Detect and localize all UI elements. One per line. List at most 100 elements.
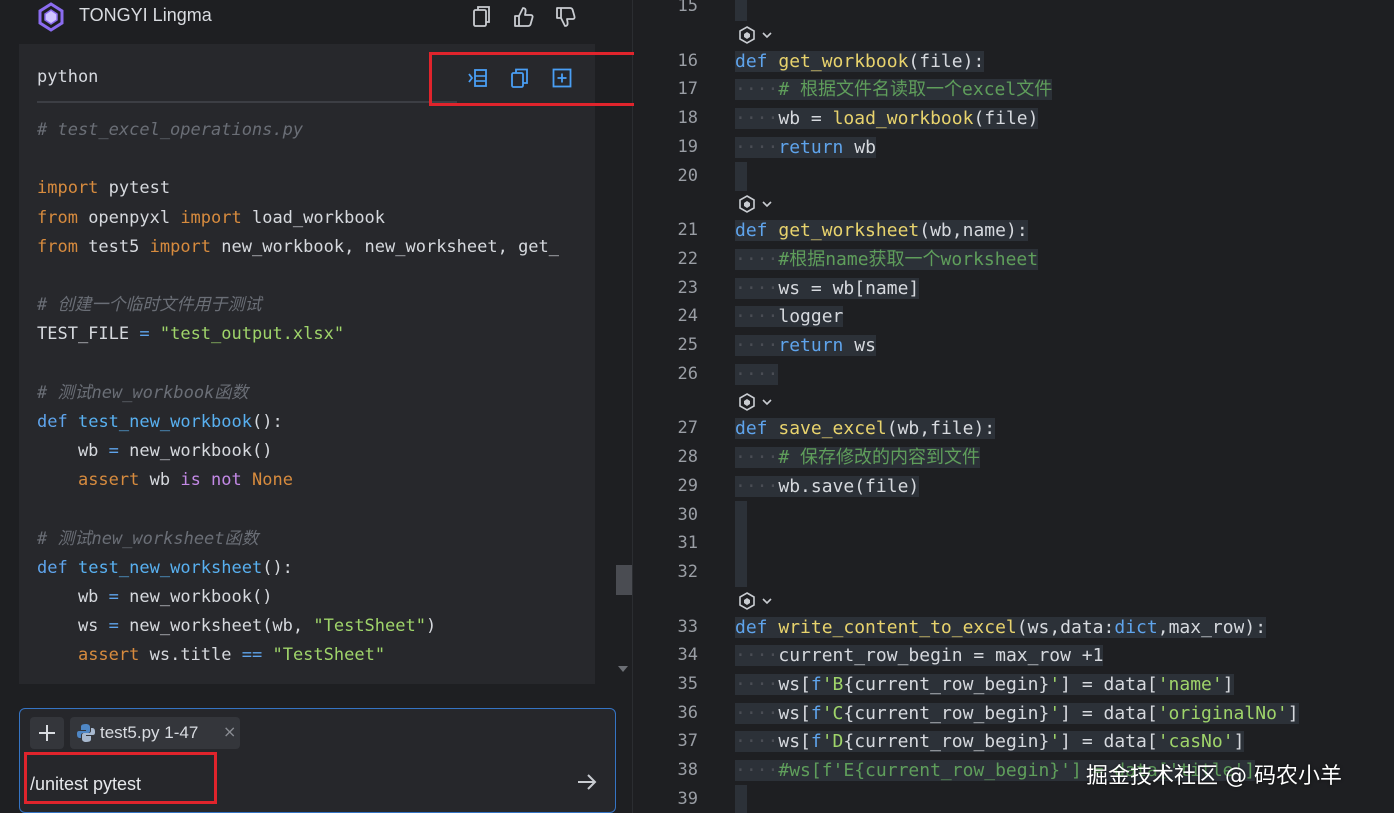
code-token: get_worksheet: [778, 220, 920, 242]
line-number: 36: [677, 702, 698, 723]
watermark: 掘金技术社区 @ 码农小羊: [1086, 764, 1342, 789]
send-arrow-icon[interactable]: [576, 771, 598, 793]
code-token: ,: [1157, 616, 1169, 638]
line-number: 31: [677, 533, 698, 554]
code-line: # 创建一个临时文件用于测试: [37, 291, 559, 320]
code-token: new_workbook(): [118, 441, 273, 462]
code-line: # 测试new_workbook函数: [37, 379, 559, 408]
code-token: def: [735, 418, 768, 440]
code-token: "TestSheet": [272, 645, 386, 666]
code-token: assert: [77, 645, 140, 666]
thumbs-up-icon[interactable]: [512, 5, 534, 29]
code-token: ws: [1027, 616, 1050, 638]
editor-code-line[interactable]: [735, 557, 747, 587]
code-token: ····: [735, 645, 779, 667]
editor-code-line[interactable]: def get_worksheet(wb,name):: [735, 216, 1028, 245]
code-token: file: [930, 418, 974, 440]
line-number: 24: [677, 306, 698, 327]
code-token: ):: [1244, 616, 1267, 638]
code-token: max_row: [1168, 616, 1245, 638]
code-language-label: python: [37, 67, 99, 87]
chat-scrollbar[interactable]: [614, 0, 632, 686]
code-line: def test_new_workbook():: [37, 408, 559, 437]
editor-code-line[interactable]: [735, 500, 747, 530]
add-context-button[interactable]: [30, 717, 64, 749]
editor-code-line[interactable]: ····wb = load_workbook(file): [735, 104, 1039, 133]
line-number: 35: [677, 674, 698, 694]
code-line: wb = new_workbook(): [37, 437, 559, 466]
line-number: 17: [677, 79, 698, 100]
editor-code-line[interactable]: ····#根据name获取一个worksheet: [735, 245, 1039, 274]
context-file-chip[interactable]: test5.py 1-47 ×: [70, 717, 240, 749]
code-token: import: [149, 236, 212, 257]
code-token: # 测试new_worksheet函数: [37, 528, 259, 549]
code-token: =: [139, 324, 150, 345]
code-token: +1: [1070, 645, 1104, 667]
code-token: =: [800, 108, 833, 130]
app-title: TONGYI Lingma: [79, 5, 212, 25]
code-token: wb: [897, 418, 920, 440]
code-token: ····: [735, 702, 779, 724]
highlight-annotation-box-input: [24, 752, 217, 804]
editor-code-line[interactable]: [735, 0, 747, 21]
scrollbar-thumb[interactable]: [616, 565, 632, 595]
code-token: =: [108, 441, 119, 462]
code-token: ():: [251, 411, 283, 432]
code-token: ):: [962, 50, 985, 72]
selection-highlight: [735, 0, 747, 21]
code-token: ····: [735, 136, 779, 158]
code-editor[interactable]: 15 16 17 18 19 20 21 22 23 24 25 26 27 28 29 30 31 32 33 34…: [634, 0, 1394, 813]
editor-code-line[interactable]: ····ws = wb[name]: [735, 274, 920, 303]
scroll-down-arrow-icon[interactable]: [618, 666, 628, 672]
code-line: assert ws.title == "TestSheet": [37, 641, 559, 670]
code-token: 'name': [1157, 674, 1223, 695]
editor-code-line[interactable]: ····ws[f'B{current_row_begin}'] = data['…: [735, 670, 1234, 699]
code-token: wb: [843, 136, 876, 158]
code-token: save_excel: [778, 418, 887, 440]
code-token: #根据name获取一个worksheet: [778, 248, 1039, 270]
code-lens-icon[interactable]: [737, 194, 777, 214]
code-lens-icon[interactable]: [737, 392, 777, 412]
editor-code-line[interactable]: def save_excel(wb,file):: [735, 414, 996, 443]
code-token: "TestSheet": [313, 616, 426, 637]
editor-code-line[interactable]: ····wb.save(file): [735, 472, 920, 501]
editor-code-line[interactable]: ····# 保存修改的内容到文件: [735, 443, 981, 472]
code-lens-icon[interactable]: [737, 25, 777, 45]
editor-code-line[interactable]: ····return ws: [735, 331, 876, 360]
editor-code-line[interactable]: ····: [735, 360, 779, 389]
editor-code-line[interactable]: ····logger: [735, 302, 844, 331]
code-token: from: [37, 236, 78, 257]
code-token: 'D: [821, 731, 844, 753]
code-token: ]: [1233, 731, 1245, 753]
close-icon[interactable]: ×: [223, 722, 236, 741]
code-token: 'casNo': [1157, 731, 1234, 753]
editor-code-line[interactable]: [735, 161, 747, 191]
editor-code-line[interactable]: ····# 根据文件名读取一个excel文件: [735, 75, 1053, 104]
code-line: ws = new_worksheet(wb, "TestSheet"): [37, 612, 559, 641]
thumbs-down-icon[interactable]: [554, 5, 576, 29]
code-token: =: [108, 616, 119, 637]
code-token: load_workbook: [241, 207, 386, 228]
code-token: # 保存修改的内容到文件: [778, 447, 981, 469]
editor-code-line[interactable]: [735, 529, 747, 559]
editor-code-line[interactable]: ····ws[f'C{current_row_begin}'] = data['…: [735, 699, 1299, 728]
editor-code-line[interactable]: def write_content_to_excel(ws,data:dict,…: [735, 613, 1267, 642]
code-token: ': [1049, 674, 1061, 695]
editor-code-line[interactable]: [735, 784, 747, 813]
editor-code-line[interactable]: def get_workbook(file):: [735, 47, 985, 76]
code-token: 'C: [821, 702, 844, 724]
code-token: ····: [735, 731, 779, 753]
code-token: # test_excel_operations.py: [37, 120, 304, 140]
code-token: TEST_FILE: [37, 324, 140, 345]
code-lens-icon[interactable]: [737, 591, 777, 611]
editor-code-line[interactable]: ····current_row_begin = max_row +1: [735, 641, 1104, 670]
editor-code-line[interactable]: ····ws[f'D{current_row_begin}'] = data['…: [735, 727, 1245, 756]
editor-code-line[interactable]: ····return wb: [735, 133, 876, 162]
code-token: test_new_workbook: [77, 411, 252, 432]
copy-icon[interactable]: [471, 5, 493, 29]
code-token: ws: [37, 616, 109, 637]
plus-icon: [39, 725, 55, 741]
